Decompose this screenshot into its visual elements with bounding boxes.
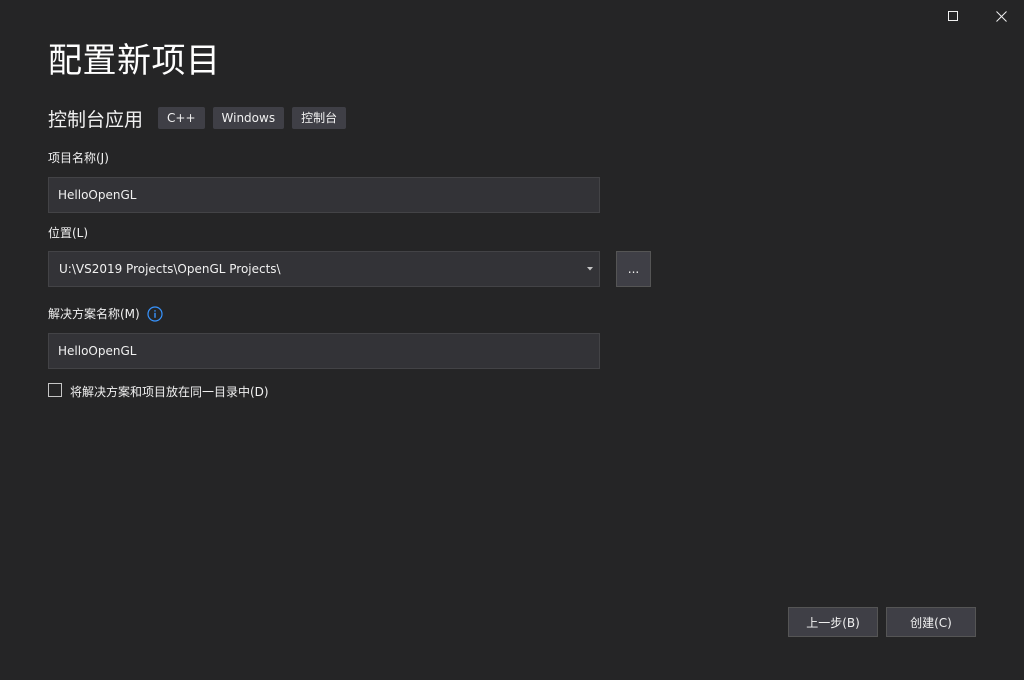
browse-button[interactable]: ...	[616, 251, 651, 287]
tag-platform: Windows	[212, 107, 285, 129]
location-value: U:\VS2019 Projects\OpenGL Projects\	[59, 262, 281, 276]
solution-name-input[interactable]	[48, 333, 600, 369]
tag-project-type: 控制台	[292, 107, 347, 129]
solution-name-label: 解决方案名称(M)	[48, 307, 140, 321]
location-combobox[interactable]: U:\VS2019 Projects\OpenGL Projects\	[48, 251, 600, 287]
info-icon[interactable]	[147, 306, 163, 322]
template-summary: 控制台应用 C++ Windows 控制台	[48, 103, 354, 133]
maximize-icon	[948, 11, 958, 21]
create-button[interactable]: 创建(C)	[886, 607, 976, 637]
same-directory-option[interactable]: 将解决方案和项目放在同一目录中(D)	[48, 381, 269, 399]
template-name: 控制台应用	[48, 108, 144, 131]
dropdown-arrow-icon[interactable]	[581, 252, 599, 286]
back-button[interactable]: 上一步(B)	[788, 607, 878, 637]
same-directory-label[interactable]: 将解决方案和项目放在同一目录中(D)	[70, 383, 269, 400]
same-directory-checkbox[interactable]	[48, 383, 62, 397]
close-icon	[995, 10, 1007, 22]
configure-project-window: 配置新项目 控制台应用 C++ Windows 控制台 项目名称(J) 位置(L…	[0, 0, 1024, 680]
project-name-input[interactable]	[48, 177, 600, 213]
maximize-button[interactable]	[930, 0, 976, 32]
project-name-label: 项目名称(J)	[48, 151, 109, 165]
tag-language: C++	[158, 107, 205, 129]
location-label: 位置(L)	[48, 226, 89, 240]
solution-name-label-row: 解决方案名称(M)	[48, 305, 163, 323]
page-title: 配置新项目	[48, 41, 221, 81]
close-button[interactable]	[978, 0, 1024, 32]
